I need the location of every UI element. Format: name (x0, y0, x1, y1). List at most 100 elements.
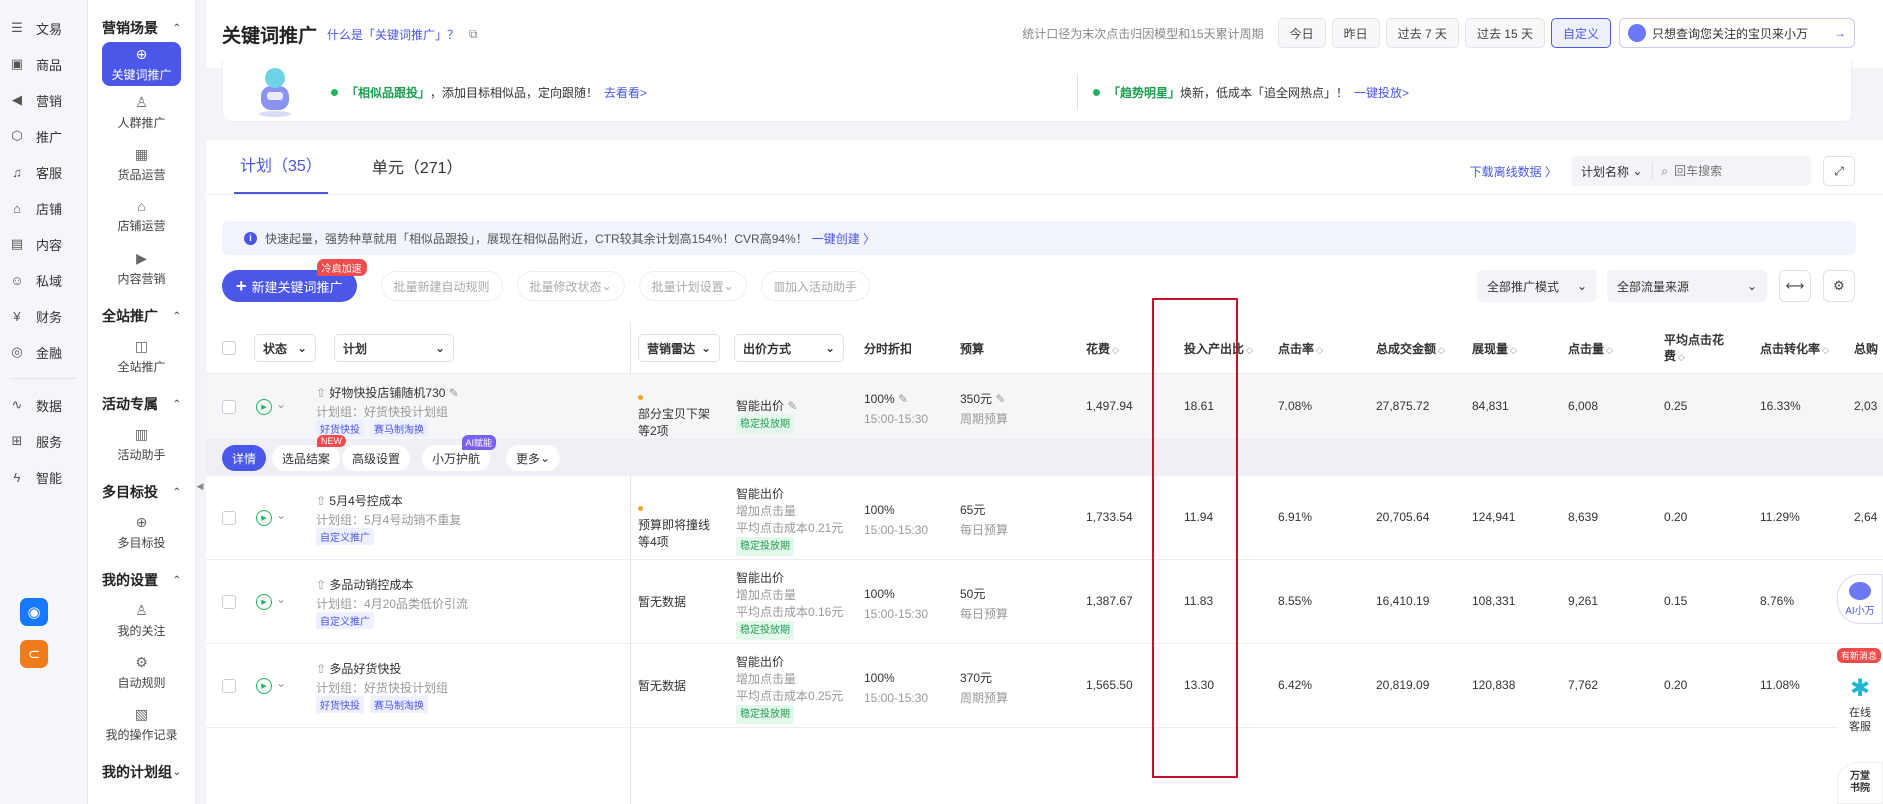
edit-icon[interactable]: ✎ (445, 386, 459, 400)
sidebar-item-人群推广[interactable]: ♙ 人群推广 (88, 86, 195, 138)
select-all-checkbox[interactable] (222, 341, 236, 355)
traffic-source-select[interactable]: 全部流量来源 ⌄ (1607, 270, 1767, 302)
external-link-icon[interactable]: ⧉ (469, 27, 478, 42)
batch-button-2[interactable]: 批量计划设置 ⌄ (638, 271, 747, 301)
sidebar-item-我的操作记录[interactable]: ▧ 我的操作记录 (88, 698, 195, 750)
date-button-3[interactable]: 过去 15 天 (1464, 18, 1545, 48)
plan-name[interactable]: ⇧ 5月4号控成本 (316, 492, 403, 509)
download-offline-link[interactable]: 下载离线数据 〉 (1470, 163, 1557, 180)
sidebar-item-店铺运营[interactable]: ⌂ 店铺运营 (88, 190, 195, 242)
col-cvr[interactable]: 点击转化率 ◇ (1760, 340, 1829, 357)
status-filter[interactable]: 状态 ⌄ (254, 334, 316, 362)
rail-item-商品[interactable]: ▣ 商品 (0, 46, 87, 82)
row-checkbox[interactable] (222, 595, 236, 609)
banner-right-link[interactable]: 一键投放> (1354, 84, 1409, 101)
play-status-icon[interactable]: ▶ (256, 594, 272, 610)
rail-item-内容[interactable]: ▤ 内容 (0, 226, 87, 262)
sidebar-group-5[interactable]: 我的计划组 ⌄ (88, 758, 195, 786)
link-app-icon[interactable]: ⊂ (20, 640, 48, 668)
settings-gear-icon[interactable]: ⚙ (1823, 270, 1855, 302)
play-status-icon[interactable]: ▶ (256, 399, 272, 415)
sidebar-item-活动助手[interactable]: ▥ 活动助手 (88, 418, 195, 470)
radar-filter[interactable]: 营销雷达 ⌄ (638, 334, 720, 362)
row-action-0[interactable]: 详情 (222, 445, 267, 471)
radar-status[interactable]: 部分宝贝下架 等2项 (638, 389, 710, 440)
date-button-0[interactable]: 今日 (1277, 18, 1326, 48)
table-row[interactable]: ▶ ⌄ ⇧ 好物快投店铺随机730 ✎ 计划组：好货快投计划组 好货快投 赛马制淘换 部分宝… (206, 374, 1883, 440)
promo-mode-select[interactable]: 全部推广模式 ⌄ (1477, 270, 1597, 302)
radar-status[interactable]: 暂无数据 (638, 594, 686, 611)
chevron-down-icon[interactable]: ⌄ (276, 676, 286, 690)
date-button-4[interactable]: 自定义 (1550, 18, 1611, 48)
row-checkbox[interactable] (222, 400, 236, 414)
col-impressions[interactable]: 展现量 ◇ (1472, 340, 1517, 357)
plan-filter[interactable]: 计划 ⌄ (334, 334, 454, 362)
new-keyword-promo-button[interactable]: + 新建关键词推广 冷启加速 (222, 259, 367, 302)
sidebar-group-0[interactable]: 营销场景 ⌃ (88, 14, 195, 42)
weibo-icon[interactable]: ◉ (20, 598, 48, 626)
notice-create-link[interactable]: 一键创建 〉 (812, 230, 875, 247)
rail-item-店铺[interactable]: ⌂ 店铺 (0, 190, 87, 226)
row-action-3[interactable]: 小万护航 AI赋能 (422, 435, 497, 471)
rail-item-数据[interactable]: ∿ 数据 (0, 387, 87, 423)
plan-name[interactable]: ⇧ 好物快投店铺随机730 ✎ (316, 384, 459, 401)
date-button-1[interactable]: 昨日 (1331, 18, 1380, 48)
row-checkbox[interactable] (222, 679, 236, 693)
sidebar-group-3[interactable]: 多目标投 ⌃ (88, 478, 195, 506)
online-service-button[interactable]: 有新消息 ✱ 在线客服 (1837, 648, 1883, 754)
ai-assistant-button[interactable]: AI小万 (1837, 574, 1883, 624)
rail-item-财务[interactable]: ¥ 财务 (0, 298, 87, 334)
row-action-1[interactable]: 选品结案 NEW (272, 435, 347, 471)
chevron-down-icon[interactable]: ⌄ (276, 397, 286, 411)
col-ctr[interactable]: 点击率 ◇ (1278, 340, 1323, 357)
rail-item-推广[interactable]: ⬡ 推广 (0, 118, 87, 154)
col-cpc[interactable]: 平均点击花费 ◇ (1664, 332, 1734, 365)
rail-item-私域[interactable]: ☺ 私域 (0, 262, 87, 298)
rail-item-金融[interactable]: ◎ 金融 (0, 334, 87, 370)
batch-button-3[interactable]: ▥ 加入活动助手 (760, 271, 871, 301)
play-status-icon[interactable]: ▶ (256, 510, 272, 526)
date-button-2[interactable]: 过去 7 天 (1385, 18, 1459, 48)
edit-icon[interactable]: ✎ (895, 392, 908, 406)
column-width-icon[interactable]: ⟷ (1779, 270, 1811, 302)
radar-status[interactable]: 暂无数据 (638, 678, 686, 695)
rail-item-服务[interactable]: ⊞ 服务 (0, 423, 87, 459)
chevron-down-icon[interactable]: ⌄ (276, 592, 286, 606)
sidebar-item-全站推广[interactable]: ◫ 全站推广 (88, 330, 195, 382)
plan-name[interactable]: ⇧ 多品好货快投 (316, 660, 401, 677)
tab-0[interactable]: 计划（35） (234, 152, 328, 194)
col-spend[interactable]: 花费 ◇ (1086, 340, 1119, 357)
row-action-4[interactable]: 更多 ⌄ (506, 445, 561, 471)
batch-button-0[interactable]: 批量新建自动规则 (380, 271, 503, 301)
fullscreen-icon[interactable]: ⤢ (1823, 156, 1855, 186)
table-row[interactable]: ▶ ⌄ ⇧ 多品好货快投 计划组：好货快投计划组 好货快投 赛马制淘换 暂无数据 智能出价 增加… (206, 644, 1883, 728)
rail-item-客服[interactable]: ♫ 客服 (0, 154, 87, 190)
row-checkbox[interactable] (222, 511, 236, 525)
sidebar-group-2[interactable]: 活动专属 ⌃ (88, 390, 195, 418)
batch-button-1[interactable]: 批量修改状态 ⌄ (516, 271, 625, 301)
academy-button[interactable]: 万堂书院 (1837, 762, 1883, 804)
col-gmv[interactable]: 总成交金额 ◇ (1376, 340, 1445, 357)
radar-status[interactable]: 预算即将撞线 等4项 (638, 500, 710, 551)
rail-item-文易[interactable]: ☰ 文易 (0, 10, 87, 46)
edit-icon[interactable]: ✎ (992, 392, 1005, 406)
rail-item-营销[interactable]: ◀ 营销 (0, 82, 87, 118)
row-action-2[interactable]: 高级设置 (342, 445, 411, 471)
tab-1[interactable]: 单元（271） (366, 154, 469, 194)
banner-left-link[interactable]: 去看看> (604, 84, 647, 101)
sidebar-item-我的关注[interactable]: ♙ 我的关注 (88, 594, 195, 646)
search-input[interactable] (1668, 164, 1809, 178)
play-status-icon[interactable]: ▶ (256, 678, 272, 694)
sidebar-item-自动规则[interactable]: ⚙ 自动规则 (88, 646, 195, 698)
table-row[interactable]: ▶ ⌄ ⇧ 5月4号控成本 计划组：5月4号动销不重复 自定义推广 预算即将撞线 等4项 智能… (206, 476, 1883, 560)
edit-icon[interactable]: ✎ (784, 399, 797, 413)
bid-filter[interactable]: 出价方式 ⌄ (734, 334, 844, 362)
sidebar-item-内容营销[interactable]: ▶ 内容营销 (88, 242, 195, 294)
sidebar-item-货品运营[interactable]: ▦ 货品运营 (88, 138, 195, 190)
rail-item-智能[interactable]: ϟ 智能 (0, 459, 87, 495)
ai-query-button[interactable]: 只想查询您关注的宝贝来小万 → (1619, 18, 1855, 48)
sidebar-group-4[interactable]: 我的设置 ⌃ (88, 566, 195, 594)
sidebar-item-关键词推广[interactable]: ⊕ 关键词推广 (102, 42, 181, 86)
chevron-down-icon[interactable]: ⌄ (276, 508, 286, 522)
search-field-select[interactable]: 计划名称 ⌄ (1571, 162, 1654, 180)
